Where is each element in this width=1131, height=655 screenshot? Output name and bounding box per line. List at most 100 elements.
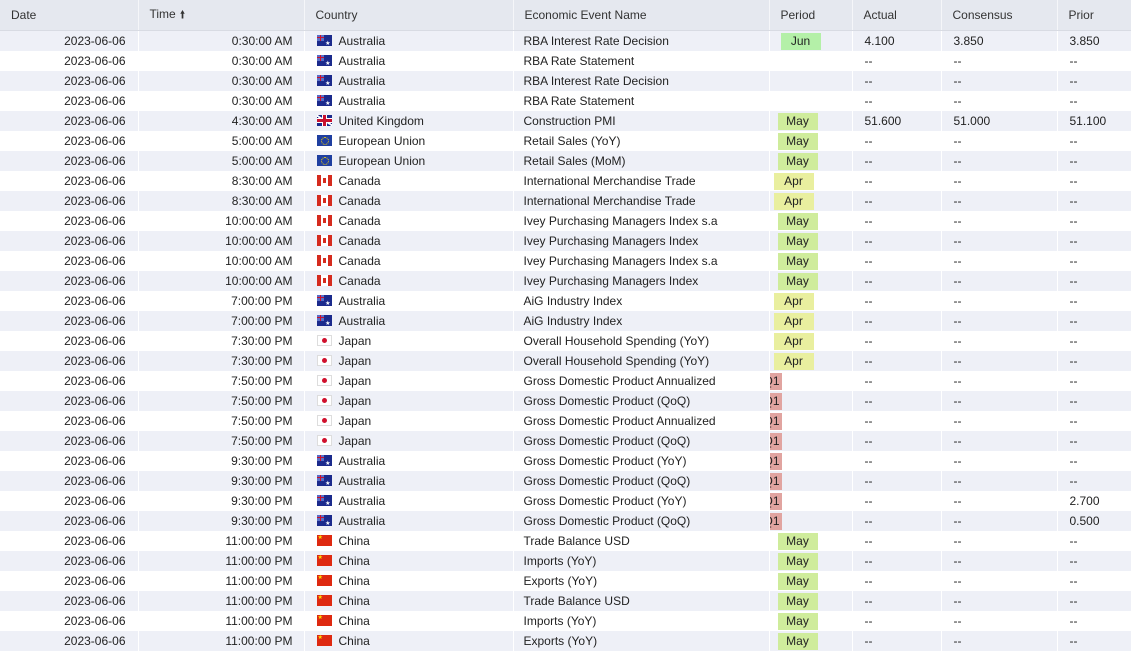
cell-event: Retail Sales (YoY) — [513, 131, 769, 151]
table-row[interactable]: 2023-06-0611:00:00 PM China Trade Balance … — [0, 531, 1131, 551]
table-row[interactable]: 2023-06-060:30:00 AM Australia RBA Rate St… — [0, 51, 1131, 71]
table-row[interactable]: 2023-06-069:30:00 PM Australia Gross Domes… — [0, 511, 1131, 531]
au-flag-icon — [316, 75, 332, 88]
cell-actual: -- — [852, 71, 941, 91]
cell-consensus: -- — [941, 531, 1057, 551]
period-badge: May — [777, 612, 818, 630]
table-row[interactable]: 2023-06-0611:00:00 PM China Trade Balance … — [0, 591, 1131, 611]
table-row[interactable]: 2023-06-06 10:00:00 AM Canada Ivey Purchasi… — [0, 271, 1131, 291]
cell-country: Australia — [304, 51, 513, 71]
economic-calendar-table: Date Time 🠙 Country Economic Event Name P… — [0, 0, 1131, 651]
table-row[interactable]: 2023-06-06 7:30:00 PM Japan Overall Househo… — [0, 351, 1131, 371]
table-row[interactable]: 2023-06-067:00:00 PM Australia AiG Industr… — [0, 311, 1131, 331]
cell-event: Gross Domestic Product (QoQ) — [513, 431, 769, 451]
cell-prior: 0.500 — [1057, 511, 1131, 531]
uk-flag-icon — [316, 115, 332, 126]
country-name: Canada — [338, 174, 381, 188]
cell-consensus: -- — [941, 611, 1057, 631]
country-name: Japan — [338, 414, 372, 428]
cell-country: European Union — [304, 131, 513, 151]
cell-consensus: -- — [941, 511, 1057, 531]
table-row[interactable]: 2023-06-0611:00:00 PM China Imports (YoY) M… — [0, 611, 1131, 631]
cell-period: May — [769, 611, 852, 631]
cell-event: RBA Rate Statement — [513, 91, 769, 111]
table-row[interactable]: 2023-06-0611:00:00 PM China Exports (YoY) M… — [0, 571, 1131, 591]
period-badge: May — [777, 252, 818, 270]
cell-prior: -- — [1057, 571, 1131, 591]
table-row[interactable]: 2023-06-06 8:30:00 AM Canada International … — [0, 191, 1131, 211]
period-badge: Q1 — [769, 372, 782, 390]
cell-country: Japan — [304, 351, 513, 371]
table-row[interactable]: 2023-06-06 10:00:00 AM Canada Ivey Purchasi… — [0, 211, 1131, 231]
country-name: Canada — [338, 274, 381, 288]
country-name: China — [338, 594, 370, 608]
column-header-event[interactable]: Economic Event Name — [513, 0, 770, 31]
table-row[interactable]: 2023-06-069:30:00 PM Australia Gross Domes… — [0, 451, 1131, 471]
cell-actual: -- — [852, 431, 941, 451]
table-row[interactable]: 2023-06-069:30:00 PM Australia Gross Domes… — [0, 471, 1131, 491]
cell-country: Japan — [304, 431, 513, 451]
jp-flag-icon — [316, 375, 332, 386]
country-name: Australia — [338, 454, 386, 468]
cell-event: Trade Balance USD — [513, 531, 769, 551]
cell-prior: -- — [1057, 411, 1131, 431]
cell-actual: -- — [852, 471, 941, 491]
cell-time: 10:00:00 AM — [138, 271, 304, 291]
column-header-period[interactable]: Period — [769, 0, 853, 31]
table-row[interactable]: 2023-06-06 5:00:00 AM European Union Retail… — [0, 131, 1131, 151]
cell-actual: -- — [852, 551, 941, 571]
column-header-time[interactable]: Time 🠙 — [138, 0, 305, 31]
table-row[interactable]: 2023-06-06 7:50:00 PM Japan Gross Domestic … — [0, 371, 1131, 391]
table-row[interactable]: 2023-06-06 7:50:00 PM Japan Gross Domestic … — [0, 431, 1131, 451]
cell-time: 11:00:00 PM — [138, 531, 304, 551]
column-header-date[interactable]: Date — [0, 0, 139, 31]
column-header-prior[interactable]: Prior — [1057, 0, 1131, 31]
cell-event: Overall Household Spending (YoY) — [513, 351, 769, 371]
table-row[interactable]: 2023-06-06 4:30:00 AM United Kingdom Constr… — [0, 111, 1131, 131]
cell-period: May — [769, 631, 852, 651]
cell-time: 11:00:00 PM — [138, 551, 304, 571]
column-header-consensus[interactable]: Consensus — [941, 0, 1058, 31]
table-row[interactable]: 2023-06-06 10:00:00 AM Canada Ivey Purchasi… — [0, 231, 1131, 251]
cell-event: Ivey Purchasing Managers Index s.a — [513, 251, 769, 271]
cell-country: Australia — [304, 91, 513, 111]
cell-prior: -- — [1057, 251, 1131, 271]
cell-period: May — [769, 271, 852, 291]
cell-consensus: -- — [941, 71, 1057, 91]
cell-prior: -- — [1057, 71, 1131, 91]
cell-date: 2023-06-06 — [0, 211, 138, 231]
cell-event: Ivey Purchasing Managers Index — [513, 271, 769, 291]
cell-date: 2023-06-06 — [0, 331, 138, 351]
cell-time: 11:00:00 PM — [138, 631, 304, 651]
table-row[interactable]: 2023-06-069:30:00 PM Australia Gross Domes… — [0, 491, 1131, 511]
au-flag-icon — [316, 295, 332, 308]
cell-period — [769, 91, 852, 111]
table-row[interactable]: 2023-06-06 8:30:00 AM Canada International … — [0, 171, 1131, 191]
table-body: 2023-06-060:30:00 AMAustraliaRBA Interes… — [0, 30, 1131, 651]
cell-period: May — [769, 111, 852, 131]
cell-time: 10:00:00 AM — [138, 211, 304, 231]
table-row[interactable]: 2023-06-0611:00:00 PM China Imports (YoY) M… — [0, 551, 1131, 571]
cell-actual: -- — [852, 571, 941, 591]
country-name: Australia — [338, 294, 386, 308]
table-row[interactable]: 2023-06-06 5:00:00 AM European Union Retail… — [0, 151, 1131, 171]
period-badge: Apr — [773, 292, 814, 310]
table-row[interactable]: 2023-06-06 7:30:00 PM Japan Overall Househo… — [0, 331, 1131, 351]
country-name: Australia — [338, 34, 386, 48]
cell-period: May — [769, 231, 852, 251]
table-row[interactable]: 2023-06-060:30:00 AM Australia RBA Interes… — [0, 71, 1131, 91]
cell-date: 2023-06-06 — [0, 591, 138, 611]
column-header-actual[interactable]: Actual — [852, 0, 942, 31]
table-row[interactable]: 2023-06-060:30:00 AM Australia RBA Rate St… — [0, 91, 1131, 111]
table-row[interactable]: 2023-06-067:00:00 PM Australia AiG Industr… — [0, 291, 1131, 311]
table-row[interactable]: 2023-06-0611:00:00 PM China Exports (YoY) M… — [0, 631, 1131, 651]
table-row[interactable]: 2023-06-06 10:00:00 AM Canada Ivey Purchasi… — [0, 251, 1131, 271]
cell-country: Canada — [304, 231, 513, 251]
table-row[interactable]: 2023-06-06 7:50:00 PM Japan Gross Domestic … — [0, 391, 1131, 411]
country-name: European Union — [338, 134, 426, 148]
cell-period: May — [769, 531, 852, 551]
table-row[interactable]: 2023-06-06 7:50:00 PM Japan Gross Domestic … — [0, 411, 1131, 431]
cell-period: May — [769, 211, 852, 231]
column-header-country[interactable]: Country — [304, 0, 514, 31]
table-row[interactable]: 2023-06-060:30:00 AM Australia RBA Interes… — [0, 30, 1131, 51]
